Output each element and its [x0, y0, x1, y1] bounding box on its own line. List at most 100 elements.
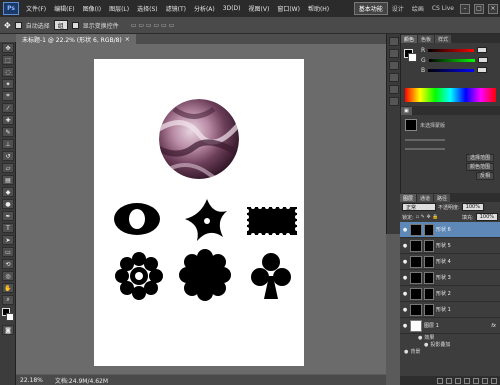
color-range-button[interactable]: 颜色范围 — [465, 162, 494, 171]
visibility-eye-icon[interactable]: ● — [402, 291, 408, 297]
zoom-percentage[interactable]: 22.18% — [20, 377, 43, 384]
3d-camera-icon[interactable]: ◎ — [2, 271, 14, 281]
menu-filter[interactable]: 滤镜(T) — [162, 4, 190, 13]
move-tool-icon[interactable]: ✥ — [4, 21, 11, 30]
blur-icon[interactable]: ◆ — [2, 187, 14, 197]
tab-swatches[interactable]: 色板 — [418, 35, 435, 43]
dodge-icon[interactable]: ● — [2, 199, 14, 209]
menu-edit[interactable]: 编辑(E) — [50, 4, 78, 13]
type-icon[interactable]: T — [2, 223, 14, 233]
bg-color-swatch[interactable] — [408, 53, 417, 62]
workspace-painting-link[interactable]: 绘画 — [408, 4, 428, 13]
menu-file[interactable]: 文件(F) — [22, 4, 50, 13]
eye-icon[interactable]: ● — [424, 342, 428, 348]
visibility-eye-icon[interactable]: ● — [402, 307, 408, 313]
fx-badge[interactable]: fx — [491, 323, 496, 329]
eraser-icon[interactable]: ▱ — [2, 163, 14, 173]
history-brush-icon[interactable]: ↺ — [2, 151, 14, 161]
menu-window[interactable]: 窗口(W) — [273, 4, 304, 13]
menu-layer[interactable]: 图层(L) — [105, 4, 133, 13]
color-spectrum-bar[interactable] — [405, 88, 496, 102]
layer-row-shape-6[interactable]: ● 形状 6 — [400, 222, 500, 238]
eyedropper-icon[interactable]: ⁄ — [2, 103, 14, 113]
workspace-essentials-button[interactable]: 基本功能 — [353, 2, 388, 15]
close-tab-icon[interactable]: × — [125, 36, 130, 43]
blue-slider[interactable] — [428, 68, 475, 72]
new-layer-icon[interactable] — [482, 377, 488, 384]
tab-channels[interactable]: 通道 — [417, 194, 434, 202]
visibility-eye-icon[interactable]: ● — [402, 227, 408, 233]
effects-row[interactable]: ● 效果 — [400, 334, 500, 342]
background-row[interactable]: ● 背景 — [400, 348, 500, 356]
eye-icon[interactable]: ● — [418, 335, 422, 341]
visibility-eye-icon[interactable]: ● — [402, 275, 408, 281]
menu-view[interactable]: 视图(V) — [245, 4, 274, 13]
lock-icons[interactable]: ▫ ✎ ✥ 🔒 — [416, 214, 439, 220]
zoom-icon[interactable]: ⌕ — [2, 295, 14, 305]
tab-styles[interactable]: 样式 — [435, 35, 452, 43]
crop-icon[interactable]: ⌗ — [2, 91, 14, 101]
layer-row-layer-1[interactable]: ● 图层 1 fx — [400, 318, 500, 334]
menu-help[interactable]: 帮助(H) — [304, 4, 333, 13]
menu-image[interactable]: 图像(I) — [79, 4, 105, 13]
color-swatches[interactable] — [0, 308, 15, 324]
tab-color[interactable]: 颜色 — [401, 35, 418, 43]
document-canvas[interactable] — [94, 59, 304, 366]
trash-icon[interactable] — [491, 377, 497, 384]
visibility-eye-icon[interactable]: ● — [402, 323, 408, 329]
link-layers-icon[interactable] — [437, 377, 443, 384]
background-color-swatch[interactable] — [6, 313, 14, 321]
opacity-input[interactable]: 100% — [461, 203, 484, 211]
magic-wand-icon[interactable]: ✦ — [2, 79, 14, 89]
path-select-icon[interactable]: ➤ — [2, 235, 14, 245]
invert-button[interactable]: 反相 — [475, 171, 494, 180]
actions-panel-icon[interactable] — [389, 49, 399, 58]
red-slider[interactable] — [428, 48, 475, 52]
brush-panel-icon[interactable] — [389, 61, 399, 70]
marquee-icon[interactable]: ⬚ — [2, 55, 14, 65]
healing-icon[interactable]: ✚ — [2, 115, 14, 125]
visibility-eye-icon[interactable]: ● — [402, 243, 408, 249]
layer-row-shape-2[interactable]: ● 形状 2 — [400, 286, 500, 302]
new-group-icon[interactable] — [473, 377, 479, 384]
tab-masks[interactable]: ▣ — [401, 107, 412, 115]
character-panel-icon[interactable] — [389, 85, 399, 94]
workspace-design-link[interactable]: 设计 — [388, 4, 408, 13]
blend-mode-dropdown[interactable]: 正常 — [402, 203, 436, 211]
effect-item-row[interactable]: ● 投影叠加 — [400, 341, 500, 349]
visibility-eye-icon[interactable]: ● — [402, 259, 408, 265]
density-slider[interactable] — [405, 138, 445, 141]
tab-layers[interactable]: 图层 — [400, 194, 417, 202]
blue-slider-row[interactable]: B — [401, 65, 500, 75]
align-icons[interactable]: ▭ ▭ ▭ ▭ ▭ ▭ — [131, 22, 175, 29]
clone-source-panel-icon[interactable] — [389, 73, 399, 82]
pen-icon[interactable]: ✒ — [2, 211, 14, 221]
red-value[interactable] — [477, 47, 488, 53]
tab-paths[interactable]: 路径 — [434, 194, 451, 202]
layer-row-shape-1[interactable]: ● 形状 1 — [400, 302, 500, 318]
adjustment-layer-icon[interactable] — [464, 377, 470, 384]
restore-icon[interactable]: □ — [474, 3, 484, 14]
brush-icon[interactable]: ✎ — [2, 127, 14, 137]
menu-select[interactable]: 选择(S) — [133, 4, 162, 13]
stamp-icon[interactable]: ⊥ — [2, 139, 14, 149]
add-mask-icon[interactable] — [455, 377, 461, 384]
green-value[interactable] — [477, 57, 488, 63]
menu-analysis[interactable]: 分析(A) — [190, 4, 219, 13]
cs-live-link[interactable]: CS Live — [428, 5, 458, 12]
menu-3d[interactable]: 3D(D) — [219, 5, 245, 12]
show-transform-checkbox[interactable] — [71, 21, 79, 29]
auto-select-dropdown[interactable]: 组 — [53, 20, 68, 30]
shape-icon[interactable]: ▭ — [2, 247, 14, 257]
layer-row-shape-3[interactable]: ● 形状 3 — [400, 270, 500, 286]
layer-row-shape-5[interactable]: ● 形状 5 — [400, 238, 500, 254]
layer-row-shape-4[interactable]: ● 形状 4 — [400, 254, 500, 270]
move-icon[interactable]: ✥ — [2, 43, 14, 53]
minimize-icon[interactable]: – — [460, 3, 470, 14]
fill-input[interactable]: 100% — [475, 213, 498, 221]
auto-select-checkbox[interactable] — [14, 21, 22, 29]
hand-icon[interactable]: ✋ — [2, 283, 14, 293]
gradient-icon[interactable]: ▤ — [2, 175, 14, 185]
select-range-button[interactable]: 选择范围 — [465, 153, 494, 162]
quick-mask-icon[interactable]: ◙ — [2, 325, 14, 335]
